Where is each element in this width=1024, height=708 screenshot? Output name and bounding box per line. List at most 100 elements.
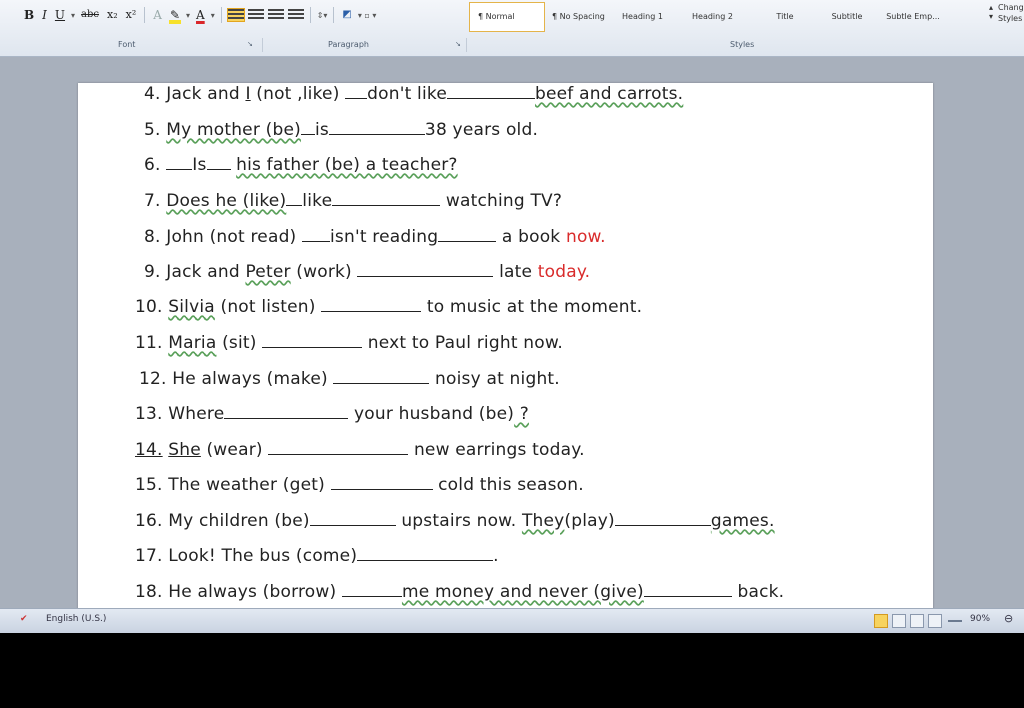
answer-blank [357,261,494,277]
style-heading-1[interactable]: Heading 1 [614,3,684,31]
answer-blank [309,510,396,526]
exercise-text: Look! The bus (come) [168,546,358,566]
item-number: 17. [135,546,163,566]
align-center-button[interactable] [247,9,264,21]
ribbon: B I U ▾ abc x₂ x² A ✎ ▾ A ▾ ⇕▾ ◩ ▾ ▫ ▾ F… [0,0,1024,57]
underline-dropdown-icon[interactable]: ▾ [69,11,77,20]
superscript-button[interactable]: x² [122,6,141,24]
zoom-level[interactable]: 90% [970,614,990,624]
font-color-dropdown-icon[interactable]: ▾ [209,11,217,20]
answer-text: Is [192,155,207,175]
style-subtitle[interactable]: Subtitle [816,3,878,31]
status-bar: ✔ English (U.S.) 90% ⊖ [0,608,1024,633]
bold-button[interactable]: B [20,6,38,24]
zoom-out-icon[interactable]: ⊖ [1004,612,1013,625]
exercise-line-7: 7. Does he (like) like watching TV? [144,190,562,211]
exercise-text: cold this season. [438,475,584,495]
justify-button[interactable] [287,9,304,21]
exercise-text: Peter [245,262,291,282]
style-normal[interactable]: ¶ Normal [469,2,545,32]
letterbox-bar [0,633,1024,708]
exercise-text: The weather (get) [168,475,331,495]
highlight-color-button[interactable]: ✎ [166,6,184,24]
item-number: 14. [135,440,163,460]
answer-blank [166,154,193,170]
highlight-dropdown-icon[interactable]: ▾ [184,11,192,20]
font-toolbar: B I U ▾ abc x₂ x² A ✎ ▾ A ▾ ⇕▾ ◩ ▾ ▫ ▾ [20,5,378,25]
align-left-button[interactable] [226,8,245,22]
exercise-text: beef and carrots. [535,84,684,104]
answer-text: don't like [367,84,447,104]
borders-icon[interactable]: ▾ ▫ ▾ [356,11,379,20]
exercise-text: (play) [564,511,615,531]
exercise-text: (not listen) [214,297,322,317]
exercise-text: Jack and [166,84,246,104]
web-layout-view-icon[interactable] [910,614,924,628]
align-right-button[interactable] [267,9,284,21]
highlight-swatch [168,20,181,24]
full-screen-view-icon[interactable] [892,614,906,628]
answer-blank [300,119,315,135]
exercise-text: back. [737,582,785,602]
exercise-text: . [493,546,499,566]
toolbar-separator [309,7,311,23]
shading-icon[interactable]: ◩ [338,6,355,24]
answer-blank [341,581,402,597]
item-number: 18. [135,582,163,602]
styles-group-label: Styles [730,40,755,49]
italic-button[interactable]: I [38,6,51,24]
line-spacing-icon[interactable]: ⇕▾ [315,11,330,20]
exercise-text: He always (borrow) [168,582,342,602]
answer-blank [286,190,303,206]
answer-blank [262,332,363,348]
exercise-text: late [499,262,538,282]
styles-gallery: ¶ Normal ¶ No Spacing Heading 1 Heading … [469,2,990,33]
print-layout-view-icon[interactable] [874,614,888,628]
item-number: 10. [135,297,163,317]
style-subtle-emphasis[interactable]: Subtle Emp... [878,3,948,31]
answer-blank [321,296,422,312]
zoom-slider[interactable] [948,620,962,622]
exercise-text: upstairs now. [401,511,522,531]
document-page[interactable]: 4. Jack and I (not ,like) don't like beef… [78,83,933,608]
group-divider [262,38,263,52]
answer-blank [206,154,231,170]
font-dialog-launcher-icon[interactable]: ↘ [247,40,253,48]
paragraph-dialog-launcher-icon[interactable]: ↘ [455,40,461,48]
answer-blank [333,368,430,384]
style-title[interactable]: Title [754,3,816,31]
toolbar-separator [333,7,335,23]
exercise-text: 38 years old. [424,120,539,140]
answer-blank [614,510,711,526]
answer-blank [643,581,732,597]
exercise-text: Maria [168,333,217,353]
answer-blank [345,83,368,99]
proofing-icon[interactable]: ✔ [20,614,28,624]
outline-view-icon[interactable] [928,614,942,628]
underline-button[interactable]: U [51,6,69,24]
exercise-line-8: 8. John (not read) isn't reading a book … [144,226,606,247]
exercise-text: me money and never (give) [401,582,644,602]
exercise-line-6: 6. Is his father (be) a teacher? [144,154,458,175]
exercise-text: his father (be) a teacher? [236,155,458,175]
exercise-text: ? [514,404,529,424]
strikethrough-button[interactable]: abc [77,6,103,24]
exercise-line-4: 4. Jack and I (not ,like) don't like beef… [144,83,683,104]
answer-blank [438,226,497,242]
style-heading-2[interactable]: Heading 2 [684,3,754,31]
language-indicator[interactable]: English (U.S.) [46,614,106,624]
exercise-line-15: 15. The weather (get) cold this season. [135,474,584,495]
styles-more-icon[interactable]: ▴ ▾ [986,3,996,31]
exercise-line-18: 18. He always (borrow) me money and neve… [135,581,784,602]
answer-blank [224,403,349,419]
exercise-text: My children (be) [168,511,310,531]
exercise-text: My mother (be) [166,120,301,140]
subscript-button[interactable]: x₂ [103,6,122,24]
item-number: 6. [144,155,161,175]
style-no-spacing[interactable]: ¶ No Spacing [544,3,614,31]
item-number: 8. [144,227,161,247]
font-color-button[interactable]: A [192,6,209,24]
exercise-line-16: 16. My children (be) upstairs now. They(… [135,510,775,531]
text-effects-icon[interactable]: A [149,6,166,24]
change-styles-button[interactable]: Change Styles [998,2,1024,24]
